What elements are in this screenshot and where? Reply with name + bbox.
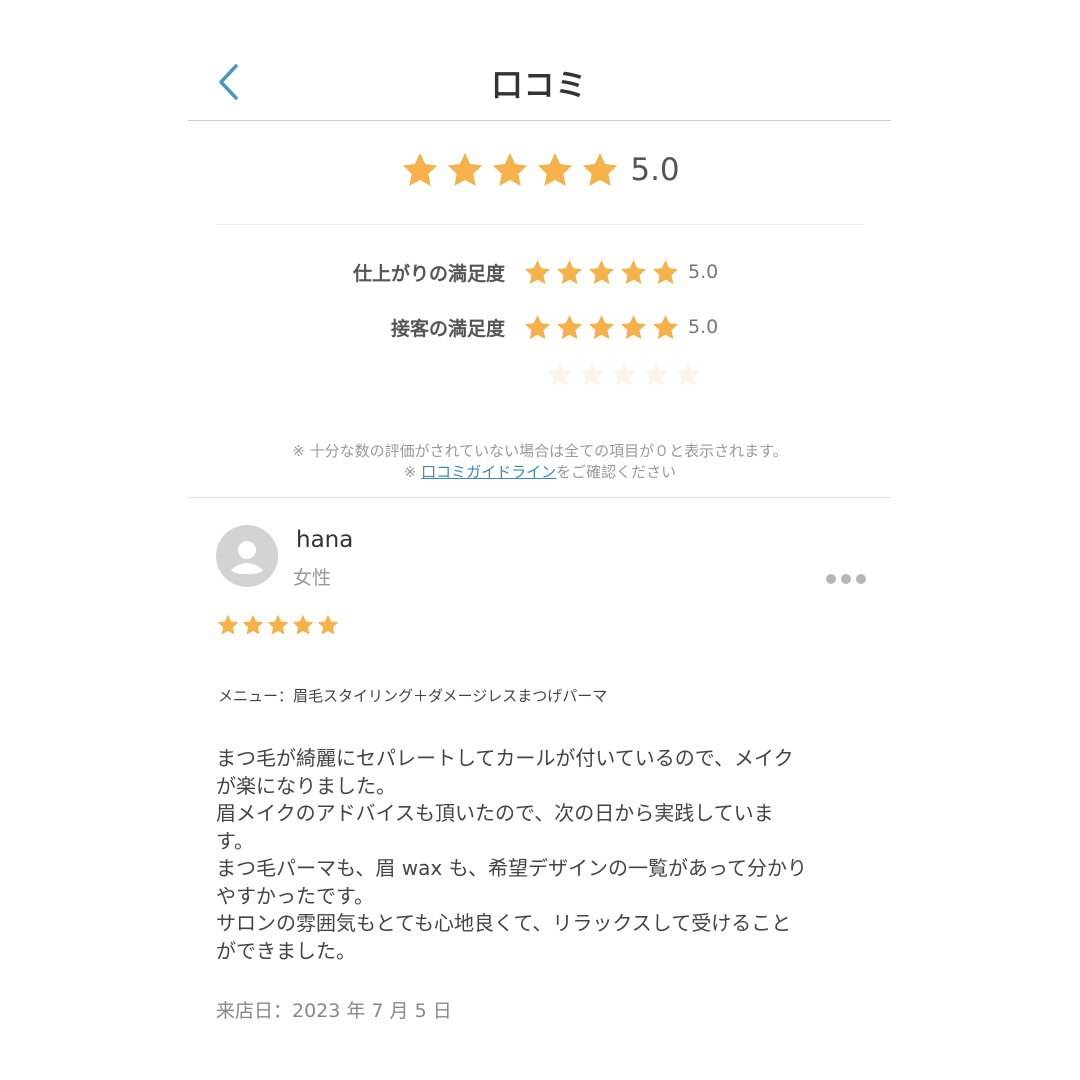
guideline-note: ※ 口コミガイドラインをご確認ください	[0, 461, 1080, 482]
more-horizontal-icon-dot	[826, 574, 836, 584]
star-icon	[587, 258, 616, 287]
star-icon	[490, 150, 530, 190]
reviewer-name: hana	[296, 527, 354, 553]
star-icon	[641, 360, 670, 389]
review-line: す。	[216, 828, 254, 853]
criterion-value: 5.0	[688, 316, 719, 338]
visit-date: 来店日：2023 年 7 月 5 日	[216, 1000, 452, 1022]
star-icon	[523, 258, 552, 287]
review-menu: メニュー：眉毛スタイリング＋ダメージレスまつげパーマ	[218, 687, 608, 705]
note-suffix: をご確認ください	[556, 463, 677, 481]
guideline-link[interactable]: 口コミガイドライン	[421, 463, 556, 481]
more-options-button[interactable]	[826, 574, 868, 586]
star-icon	[316, 613, 340, 637]
star-icon	[577, 360, 606, 389]
review-line: 眉メイクのアドバイスも頂いたので、次の日から実践していま	[216, 801, 774, 825]
star-icon	[555, 313, 584, 342]
star-icon	[555, 258, 584, 287]
review-line: ができました。	[216, 938, 356, 963]
star-icon	[545, 360, 574, 389]
review-line: が楽になりました。	[216, 773, 396, 798]
divider	[216, 224, 863, 225]
overall-stars	[400, 150, 620, 190]
divider	[188, 497, 891, 498]
star-icon	[609, 360, 638, 389]
star-icon	[673, 360, 702, 389]
star-icon	[445, 150, 485, 190]
review-line: まつ毛パーマも、眉 wax も、希望デザインの一覧があって分かり	[216, 856, 807, 880]
criterion-stars	[523, 258, 680, 287]
star-icon	[580, 150, 620, 190]
user-avatar-icon	[216, 525, 278, 587]
star-icon	[535, 150, 575, 190]
star-icon	[651, 258, 680, 287]
more-horizontal-icon-dot	[841, 574, 851, 584]
reviewer-gender: 女性	[293, 567, 332, 589]
note-marker: ※	[403, 463, 417, 481]
review-text: まつ毛が綺麗にセパレートしてカールが付いているので、メイク が楽になりました。 …	[216, 745, 856, 965]
review-line: まつ毛が綺麗にセパレートしてカールが付いているので、メイク	[216, 746, 794, 770]
star-icon	[266, 613, 290, 637]
criterion-label: 接客の満足度	[390, 317, 505, 340]
star-icon	[400, 150, 440, 190]
more-horizontal-icon-dot	[856, 574, 866, 584]
star-icon	[523, 313, 552, 342]
star-icon	[241, 613, 265, 637]
rating-note: ※ 十分な数の評価がされていない場合は全ての項目が０と表示されます。	[292, 442, 788, 460]
criterion-service: 接客の満足度 5.0	[300, 309, 800, 345]
star-icon	[651, 313, 680, 342]
faded-criterion-stars	[545, 360, 702, 389]
page-title: 口コミ	[491, 68, 588, 104]
app-header: 口コミ	[188, 40, 891, 121]
criterion-value: 5.0	[688, 261, 719, 283]
star-icon	[587, 313, 616, 342]
criterion-finish: 仕上がりの満足度 5.0	[300, 254, 800, 290]
star-icon	[291, 613, 315, 637]
review-stars	[216, 613, 340, 637]
star-icon	[619, 313, 648, 342]
criterion-label: 仕上がりの満足度	[352, 262, 505, 285]
overall-rating: 5.0	[0, 150, 1080, 202]
review-line: やすかったです。	[216, 883, 374, 908]
criterion-stars	[523, 313, 680, 342]
overall-rating-value: 5.0	[630, 152, 680, 188]
star-icon	[619, 258, 648, 287]
star-icon	[216, 613, 240, 637]
review-line: サロンの雰囲気もとても心地良くて、リラックスして受けること	[216, 911, 792, 935]
